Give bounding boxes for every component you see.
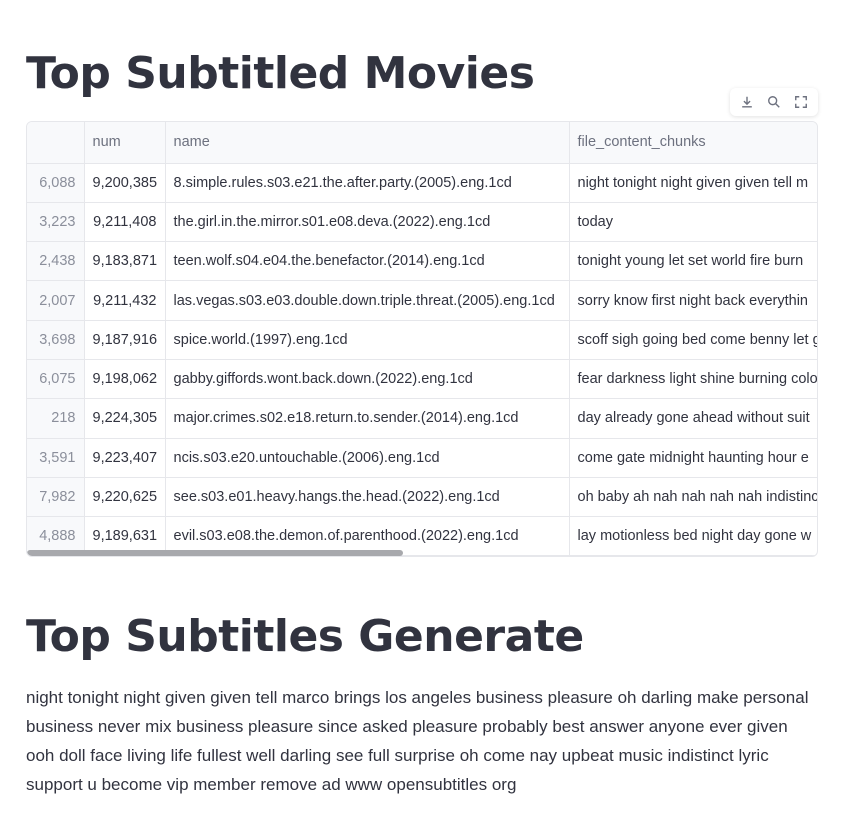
fullscreen-icon — [794, 96, 807, 108]
table-row: 7,982 9,220,625 see.s03.e01.heavy.hangs.th… — [27, 477, 817, 518]
name-cell[interactable]: teen.wolf.s04.e04.the.benefactor.(2014).… — [165, 241, 570, 282]
num-cell[interactable]: 9,183,871 — [84, 241, 166, 282]
column-header-index[interactable] — [27, 122, 85, 164]
name-cell[interactable]: gabby.giffords.wont.back.down.(2022).eng… — [165, 359, 570, 400]
file-content-chunks-cell[interactable]: sorry know first night back everythin — [569, 280, 817, 321]
file-content-chunks-cell[interactable]: fear darkness light shine burning colo — [569, 359, 817, 400]
file-content-chunks-cell[interactable]: today — [569, 202, 817, 243]
name-cell[interactable]: the.girl.in.the.mirror.s01.e08.deva.(202… — [165, 202, 570, 243]
row-index-cell[interactable]: 6,088 — [27, 163, 85, 203]
dataframe-toolbar — [730, 88, 818, 116]
row-index-cell[interactable]: 6,075 — [27, 359, 85, 400]
num-cell[interactable]: 9,211,432 — [84, 280, 166, 321]
file-content-chunks-cell[interactable]: oh baby ah nah nah nah nah indistinc — [569, 477, 817, 518]
row-index-cell[interactable]: 3,591 — [27, 438, 85, 478]
dataframe-grid[interactable]: num name file_content_chunks 6,088 9,200,… — [26, 121, 818, 557]
num-cell[interactable]: 9,211,408 — [84, 202, 166, 243]
table-row: 2,007 9,211,432 las.vegas.s03.e03.double.d… — [27, 280, 817, 321]
num-cell[interactable]: 9,220,625 — [84, 477, 166, 518]
name-cell[interactable]: las.vegas.s03.e03.double.down.triple.thr… — [165, 280, 570, 321]
name-cell[interactable]: 8.simple.rules.s03.e21.the.after.party.(… — [165, 163, 570, 203]
table-header-row: num name file_content_chunks — [27, 122, 817, 164]
column-header-name[interactable]: name — [165, 122, 570, 164]
file-content-chunks-cell[interactable]: come gate midnight haunting hour e — [569, 438, 817, 478]
row-index-cell[interactable]: 2,007 — [27, 280, 85, 321]
file-content-chunks-cell[interactable]: night tonight night given given tell m — [569, 163, 817, 203]
row-index-cell[interactable]: 7,982 — [27, 477, 85, 518]
table-row: 218 9,224,305 major.crimes.s02.e18.return.… — [27, 398, 817, 439]
search-button[interactable] — [762, 90, 786, 114]
search-icon — [768, 96, 780, 108]
download-button[interactable] — [735, 90, 759, 114]
table-row: 3,591 9,223,407 ncis.s03.e20.untouchable.(… — [27, 438, 817, 478]
table-row: 3,223 9,211,408 the.girl.in.the.mirror.s01… — [27, 202, 817, 243]
file-content-chunks-cell[interactable]: day already gone ahead without suit — [569, 398, 817, 439]
row-index-cell[interactable]: 3,223 — [27, 202, 85, 243]
name-cell[interactable]: spice.world.(1997).eng.1cd — [165, 320, 570, 360]
table-row: 3,698 9,187,916 spice.world.(1997).eng.1cd… — [27, 320, 817, 360]
section-title-movies: Top Subtitled Movies — [26, 48, 535, 99]
num-cell[interactable]: 9,223,407 — [84, 438, 166, 478]
data-table: num name file_content_chunks 6,088 9,200,… — [27, 122, 817, 556]
row-index-cell[interactable]: 2,438 — [27, 241, 85, 282]
row-index-cell[interactable]: 3,698 — [27, 320, 85, 360]
column-header-num[interactable]: num — [84, 122, 166, 164]
num-cell[interactable]: 9,187,916 — [84, 320, 166, 360]
num-cell[interactable]: 9,224,305 — [84, 398, 166, 439]
file-content-chunks-cell[interactable]: lay motionless bed night day gone w — [569, 516, 817, 556]
num-cell[interactable]: 9,200,385 — [84, 163, 166, 203]
fullscreen-button[interactable] — [789, 90, 813, 114]
download-icon — [742, 96, 753, 108]
generated-subtitle-text: night tonight night given given tell mar… — [26, 688, 809, 794]
num-cell[interactable]: 9,198,062 — [84, 359, 166, 400]
row-index-cell[interactable]: 218 — [27, 398, 85, 439]
name-cell[interactable]: see.s03.e01.heavy.hangs.the.head.(2022).… — [165, 477, 570, 518]
file-content-chunks-cell[interactable]: tonight young let set world fire burn — [569, 241, 817, 282]
table-row: 2,438 9,183,871 teen.wolf.s04.e04.the.bene… — [27, 241, 817, 282]
horizontal-scrollbar[interactable] — [27, 550, 403, 556]
file-content-chunks-cell[interactable]: scoff sigh going bed come benny let g — [569, 320, 817, 360]
name-cell[interactable]: ncis.s03.e20.untouchable.(2006).eng.1cd — [165, 438, 570, 478]
column-header-file-content-chunks[interactable]: file_content_chunks — [569, 122, 817, 164]
section-title-generate: Top Subtitles Generate — [26, 611, 584, 662]
table-row: 6,088 9,200,385 8.simple.rules.s03.e21.the… — [27, 163, 817, 203]
table-row: 6,075 9,198,062 gabby.giffords.wont.back.d… — [27, 359, 817, 400]
name-cell[interactable]: major.crimes.s02.e18.return.to.sender.(2… — [165, 398, 570, 439]
